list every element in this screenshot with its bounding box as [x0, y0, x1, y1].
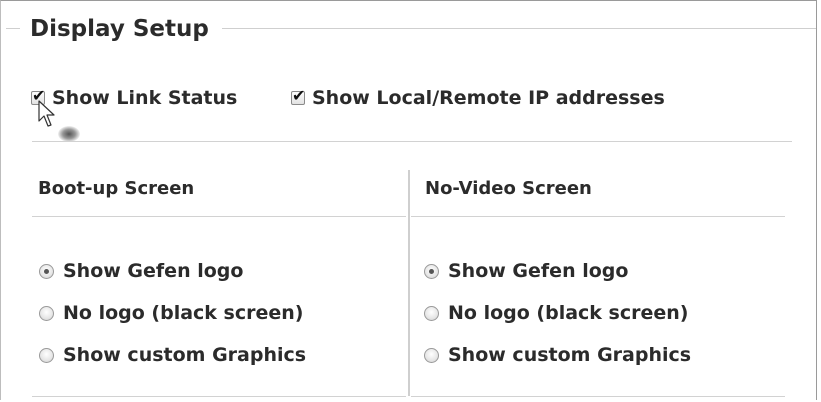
radio-button[interactable]: [424, 263, 439, 279]
radio-button[interactable]: [39, 263, 54, 279]
cursor-shadow: [58, 126, 80, 142]
show-link-status-checkbox[interactable]: ✔ Show Link Status: [31, 86, 237, 110]
no-video-option-custom-graphics[interactable]: Show custom Graphics: [424, 343, 691, 367]
radio-button[interactable]: [39, 347, 54, 363]
radio-label: No logo (black screen): [63, 302, 304, 324]
radio-button[interactable]: [39, 305, 54, 321]
radio-label: Show custom Graphics: [448, 344, 692, 366]
radio-label: Show Gefen logo: [448, 260, 629, 282]
radio-label: Show Gefen logo: [63, 260, 244, 282]
radio-button[interactable]: [424, 347, 439, 363]
no-video-header-divider: [411, 216, 785, 217]
no-video-option-no-logo[interactable]: No logo (black screen): [424, 301, 688, 325]
boot-up-option-gefen-logo[interactable]: Show Gefen logo: [39, 259, 243, 283]
boot-up-option-custom-graphics[interactable]: Show custom Graphics: [39, 343, 306, 367]
mouse-pointer-icon: [38, 100, 55, 127]
show-ip-addresses-checkbox[interactable]: ✔ Show Local/Remote IP addresses: [291, 86, 665, 110]
fieldset-border-right: [222, 28, 816, 29]
divider-top: [32, 141, 792, 142]
checkbox-box[interactable]: ✔: [291, 86, 305, 105]
column-divider: [408, 170, 410, 396]
boot-up-header-divider: [32, 216, 406, 217]
boot-up-option-no-logo[interactable]: No logo (black screen): [39, 301, 303, 325]
section-title: Display Setup: [30, 14, 217, 44]
radio-button[interactable]: [424, 305, 439, 321]
no-video-screen-header: No-Video Screen: [425, 178, 592, 199]
fieldset-border-left: [6, 28, 20, 29]
boot-up-bottom-divider: [32, 396, 406, 397]
no-video-option-gefen-logo[interactable]: Show Gefen logo: [424, 259, 628, 283]
checkbox-label: Show Local/Remote IP addresses: [312, 87, 665, 109]
checkbox-label: Show Link Status: [52, 87, 238, 109]
no-video-bottom-divider: [411, 396, 785, 397]
boot-up-screen-header: Boot-up Screen: [38, 178, 195, 199]
radio-label: Show custom Graphics: [63, 344, 307, 366]
radio-label: No logo (black screen): [448, 302, 689, 324]
check-icon: ✔: [292, 86, 306, 105]
